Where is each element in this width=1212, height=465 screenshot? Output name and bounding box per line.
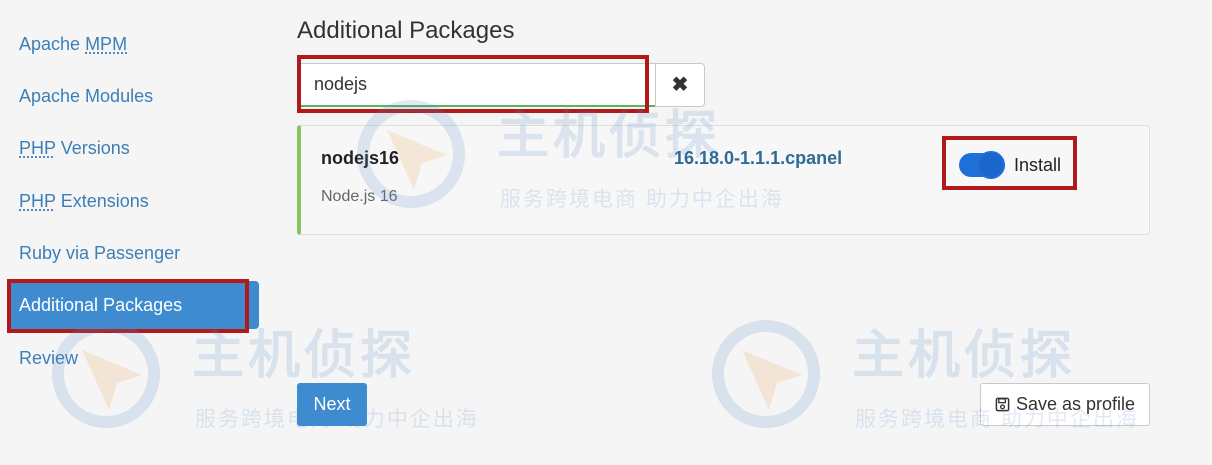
package-search: ✖ [299, 63, 705, 107]
sidebar-item-abbr: PHP [19, 138, 56, 158]
install-toggle[interactable]: Install [959, 151, 1061, 179]
close-icon: ✖ [671, 74, 689, 96]
sidebar-item-review[interactable]: Review [7, 334, 259, 382]
sidebar-item-label: Versions [55, 138, 130, 158]
toggle-knob [977, 151, 1005, 179]
sidebar-item-label: Apache [19, 34, 86, 54]
floppy-disk-icon [995, 397, 1010, 412]
search-input[interactable] [299, 63, 656, 107]
sidebar-item-additional-packages[interactable]: Additional Packages [7, 281, 259, 329]
sidebar-item-label: Extensions [55, 191, 149, 211]
watermark-text: 主机侦探 [852, 327, 1077, 385]
package-name: nodejs16 [321, 148, 400, 168]
install-label: Install [1014, 154, 1062, 175]
sidebar-item-php-versions[interactable]: PHP Versions [7, 124, 259, 172]
clear-search-button[interactable]: ✖ [655, 63, 705, 107]
sidebar-item-php-extensions[interactable]: PHP Extensions [7, 177, 259, 225]
globe-icon [712, 320, 820, 428]
sidebar-item-apache-mpm[interactable]: Apache MPM [7, 20, 259, 68]
save-as-profile-button[interactable]: Save as profile [980, 383, 1150, 426]
sidebar-item-abbr: MPM [85, 34, 128, 54]
sidebar-item-ruby-via-passenger[interactable]: Ruby via Passenger [7, 229, 259, 277]
sidebar: Apache MPM Apache Modules PHP Versions P… [0, 0, 262, 465]
page-title: Additional Packages [297, 17, 515, 44]
sidebar-item-apache-modules[interactable]: Apache Modules [7, 72, 259, 120]
package-description: Node.js 16 [321, 188, 398, 205]
sidebar-item-abbr: PHP [19, 191, 56, 211]
next-button[interactable]: Next [297, 383, 367, 426]
save-as-profile-label: Save as profile [1015, 394, 1136, 414]
package-version: 16.18.0-1.1.1.cpanel [674, 148, 843, 168]
package-row: nodejs16 Node.js 16 16.18.0-1.1.1.cpanel… [297, 125, 1150, 235]
toggle-switch[interactable] [959, 151, 1005, 179]
